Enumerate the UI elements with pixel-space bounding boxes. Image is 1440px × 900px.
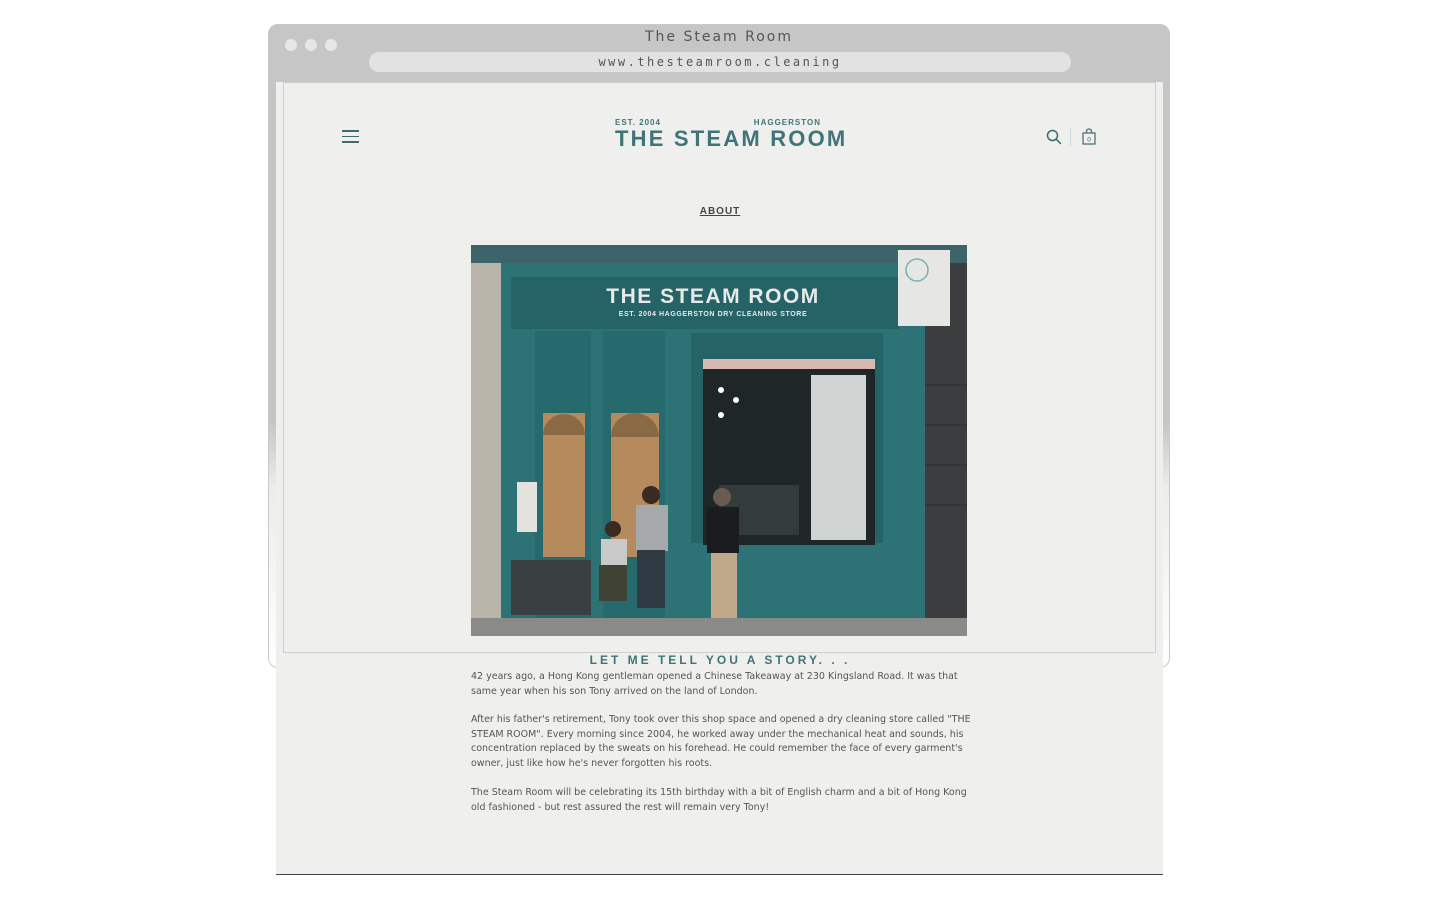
- search-icon[interactable]: [1046, 129, 1062, 145]
- story-paragraph-2: After his father's retirement, Tony took…: [471, 714, 971, 769]
- story-paragraph-1: 42 years ago, a Hong Kong gentleman open…: [471, 671, 958, 697]
- sign-subtitle: EST. 2004 HAGGERSTON DRY CLEANING STORE: [619, 311, 807, 318]
- cart-count: 0: [1087, 137, 1091, 144]
- site-logo[interactable]: EST. 2004 HAGGERSTON THE STEAM ROOM: [615, 118, 848, 151]
- header-divider: [1070, 128, 1071, 146]
- story-heading: LET ME TELL YOU A STORY. . .: [589, 653, 851, 667]
- story-paragraph-3: The Steam Room will be celebrating its 1…: [471, 787, 967, 813]
- menu-icon[interactable]: [342, 130, 359, 143]
- shopping-bag-icon[interactable]: 0: [1081, 128, 1097, 145]
- logo-name: THE STEAM ROOM: [615, 126, 848, 151]
- address-bar[interactable]: www.thesteamroom.cleaning: [369, 52, 1071, 72]
- storefront-photo: THE STEAM ROOM EST. 2004 HAGGERSTON DRY …: [471, 245, 967, 636]
- window-title: The Steam Room: [644, 29, 793, 45]
- sign-title: THE STEAM ROOM: [606, 285, 820, 308]
- about-link[interactable]: ABOUT: [0, 206, 1440, 217]
